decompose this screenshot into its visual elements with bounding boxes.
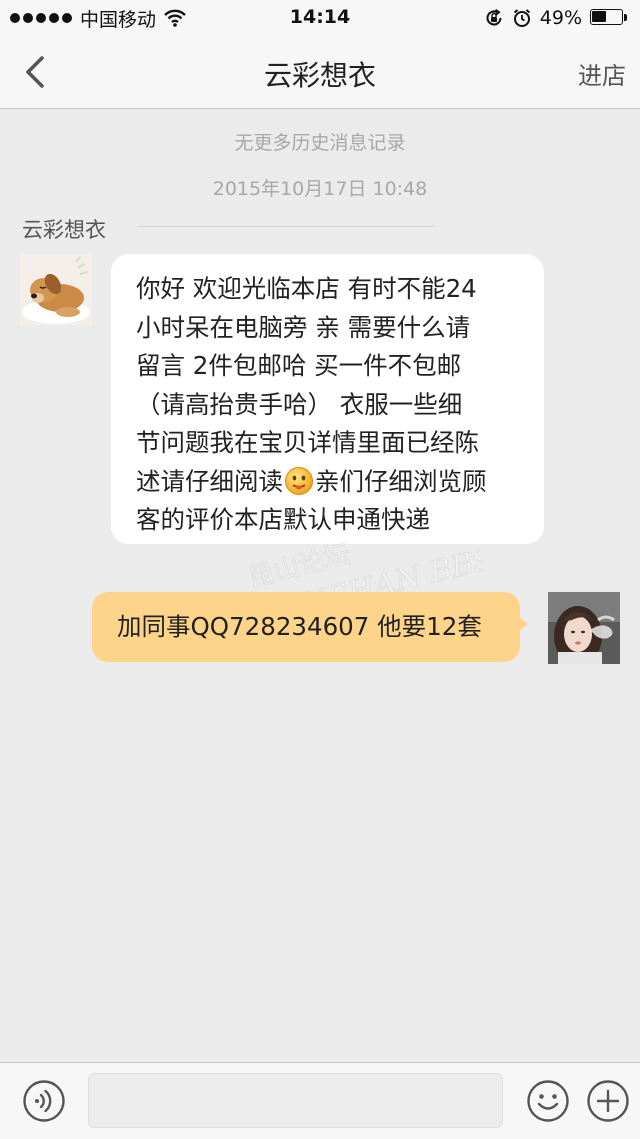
battery-icon: [590, 9, 628, 27]
bubble-tail: [516, 614, 528, 634]
outgoing-message-bubble[interactable]: 加同事QQ728234607 他要12套: [92, 592, 520, 662]
status-right: 49%: [484, 6, 628, 30]
smiley-emoji-icon: [285, 466, 313, 495]
emoji-icon[interactable]: [526, 1079, 570, 1123]
divider: [138, 226, 434, 227]
enter-store-button[interactable]: 进店: [578, 56, 626, 91]
input-bar: [0, 1062, 640, 1139]
message-text: 亲们仔细浏览顾: [315, 466, 487, 496]
page-title: 云彩想衣: [263, 59, 376, 92]
message-line: 小时呆在电脑旁 亲 需要什么请: [136, 312, 471, 342]
message-line: 留言 2件包邮哈 买一件不包邮: [136, 351, 462, 380]
message-line: 节问题我在宝贝详情里面已经陈: [136, 428, 479, 457]
message-input[interactable]: [88, 1073, 503, 1128]
rotation-lock-icon: [486, 8, 502, 26]
history-note: 无更多历史消息记录: [234, 132, 406, 154]
plus-icon[interactable]: [586, 1079, 630, 1123]
message-line: 你好 欢迎光临本店 有时不能24: [136, 274, 477, 303]
status-bar: 中国移动 14:14 49%: [0, 0, 640, 36]
puppy-avatar[interactable]: [20, 254, 92, 326]
message-line-with-emoji: 述请仔细阅读 亲们仔细浏览顾: [136, 463, 526, 502]
message-timestamp: 2015年10月17日 10:48: [212, 178, 428, 200]
battery-fill: [592, 11, 607, 22]
voice-icon[interactable]: [22, 1079, 66, 1123]
battery-percent: 49%: [539, 7, 582, 29]
message-text: 述请仔细阅读: [136, 466, 283, 496]
message-line: （请高抬贵手哈） 衣服一些细: [136, 389, 463, 419]
sender-name: 云彩想衣: [22, 218, 106, 242]
girl-photo-avatar[interactable]: [548, 592, 620, 664]
nav-bar: 云彩想衣 进店: [0, 36, 640, 109]
alarm-icon: [513, 9, 530, 27]
incoming-message-bubble[interactable]: 你好 欢迎光临本店 有时不能24 小时呆在电脑旁 亲 需要什么请 留言 2件包邮…: [111, 254, 544, 544]
message-text: 加同事QQ728234607 他要12套: [117, 612, 482, 641]
